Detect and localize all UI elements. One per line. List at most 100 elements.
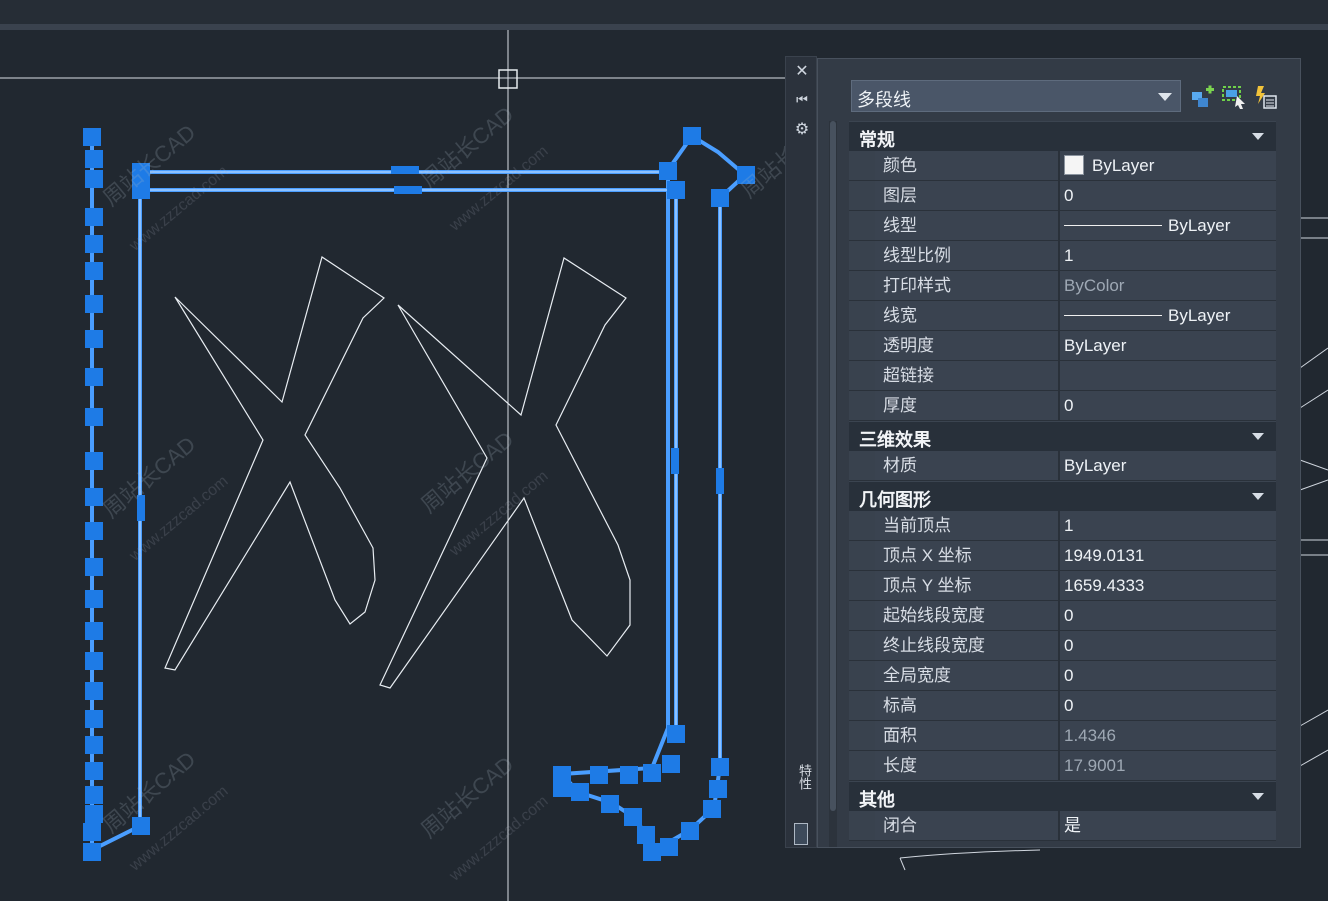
- property-value-text: 1.4346: [1064, 726, 1116, 745]
- property-row: 面积 1.4346: [849, 721, 1276, 751]
- property-value[interactable]: 1: [1060, 241, 1276, 271]
- property-value: ByColor: [1060, 271, 1276, 301]
- polyline-edges: [139, 171, 721, 826]
- property-value[interactable]: 1: [1060, 511, 1276, 541]
- property-row: 超链接: [849, 361, 1276, 391]
- row-gutter: [849, 241, 875, 271]
- linetype-preview: [1064, 225, 1162, 226]
- property-label: 终止线段宽度: [875, 631, 1060, 661]
- property-value-text: 1: [1064, 516, 1074, 535]
- row-gutter: [849, 571, 875, 601]
- row-gutter: [849, 451, 875, 481]
- property-value-text: ByLayer: [1092, 156, 1155, 175]
- property-label: 线型比例: [875, 241, 1060, 271]
- palette-titlebar[interactable]: ✕ ⏮ ⚙ 特性: [785, 56, 817, 848]
- property-value[interactable]: 1659.4333: [1060, 571, 1276, 601]
- scrollbar-thumb[interactable]: [830, 121, 836, 811]
- property-label: 材质: [875, 451, 1060, 481]
- property-grid: 常规 颜色 ByLayer 图层 0 线型 ByLayer 线型比例 1 打印样式 ByColor 线…: [849, 121, 1276, 847]
- property-value[interactable]: 0: [1060, 181, 1276, 211]
- property-value[interactable]: ByLayer: [1060, 211, 1276, 241]
- property-value: 1.4346: [1060, 721, 1276, 751]
- property-row: 线宽 ByLayer: [849, 301, 1276, 331]
- property-value-text: ByLayer: [1168, 306, 1231, 325]
- property-row: 终止线段宽度 0: [849, 631, 1276, 661]
- palette-title: 特性: [797, 764, 812, 790]
- property-label: 全局宽度: [875, 661, 1060, 691]
- grip-points[interactable]: [83, 127, 755, 861]
- property-label: 顶点 X 坐标: [875, 541, 1060, 571]
- chevron-down-icon: [1252, 793, 1264, 800]
- quick-select-icon[interactable]: [1190, 84, 1216, 110]
- section-header[interactable]: 常规: [849, 121, 1276, 151]
- property-label: 顶点 Y 坐标: [875, 571, 1060, 601]
- property-value[interactable]: 是: [1060, 811, 1276, 841]
- object-type-dropdown[interactable]: 多段线: [851, 80, 1181, 112]
- selected-polyline[interactable]: [90, 133, 749, 856]
- property-value[interactable]: 0: [1060, 691, 1276, 721]
- property-value-text: 0: [1064, 696, 1074, 715]
- property-label: 透明度: [875, 331, 1060, 361]
- property-row: 当前顶点 1: [849, 511, 1276, 541]
- section-header[interactable]: 三维效果: [849, 421, 1276, 451]
- row-gutter: [849, 721, 875, 751]
- section-header[interactable]: 几何图形: [849, 481, 1276, 511]
- property-value[interactable]: 1949.0131: [1060, 541, 1276, 571]
- close-icon[interactable]: ✕: [790, 61, 814, 83]
- property-value[interactable]: ByLayer: [1060, 331, 1276, 361]
- palette-menu-icon[interactable]: [794, 823, 808, 845]
- select-objects-icon[interactable]: [1221, 84, 1247, 110]
- property-row: 顶点 X 坐标 1949.0131: [849, 541, 1276, 571]
- settings-gear-icon[interactable]: ⚙: [790, 119, 814, 141]
- property-value[interactable]: ByLayer: [1060, 151, 1276, 181]
- property-label: 厚度: [875, 391, 1060, 421]
- row-gutter: [849, 511, 875, 541]
- property-row: 起始线段宽度 0: [849, 601, 1276, 631]
- palette-scrollbar[interactable]: [829, 121, 837, 847]
- row-gutter: [849, 811, 875, 841]
- row-gutter: [849, 361, 875, 391]
- row-gutter: [849, 541, 875, 571]
- property-label: 起始线段宽度: [875, 601, 1060, 631]
- property-value-text: 1659.4333: [1064, 576, 1145, 595]
- section-title: 常规: [859, 130, 895, 150]
- row-gutter: [849, 271, 875, 301]
- property-label: 当前顶点: [875, 511, 1060, 541]
- linetype-preview: [1064, 315, 1162, 316]
- property-value[interactable]: 0: [1060, 631, 1276, 661]
- property-row: 厚度 0: [849, 391, 1276, 421]
- row-gutter: [849, 691, 875, 721]
- section-header[interactable]: 其他: [849, 781, 1276, 811]
- property-value[interactable]: 0: [1060, 661, 1276, 691]
- chevron-down-icon: [1252, 493, 1264, 500]
- property-label: 长度: [875, 751, 1060, 781]
- property-value-text: 1949.0131: [1064, 546, 1145, 565]
- toggle-pickadd-icon[interactable]: [1252, 84, 1278, 110]
- object-type-value: 多段线: [857, 90, 911, 110]
- property-value[interactable]: [1060, 361, 1276, 391]
- property-value-text: 0: [1064, 666, 1074, 685]
- property-value[interactable]: ByLayer: [1060, 301, 1276, 331]
- property-value[interactable]: 0: [1060, 601, 1276, 631]
- property-row: 透明度 ByLayer: [849, 331, 1276, 361]
- autohide-icon[interactable]: ⏮: [790, 89, 814, 111]
- section-title: 三维效果: [859, 430, 931, 450]
- property-value-text: 0: [1064, 636, 1074, 655]
- property-row: 材质 ByLayer: [849, 451, 1276, 481]
- property-label: 线宽: [875, 301, 1060, 331]
- property-label: 标高: [875, 691, 1060, 721]
- glyph-x-left: [164, 256, 385, 671]
- property-row: 长度 17.9001: [849, 751, 1276, 781]
- row-gutter: [849, 331, 875, 361]
- property-label: 闭合: [875, 811, 1060, 841]
- property-value[interactable]: 0: [1060, 391, 1276, 421]
- property-label: 超链接: [875, 361, 1060, 391]
- row-gutter: [849, 601, 875, 631]
- row-gutter: [849, 181, 875, 211]
- property-label: 面积: [875, 721, 1060, 751]
- row-gutter: [849, 751, 875, 781]
- row-gutter: [849, 211, 875, 241]
- property-row: 打印样式 ByColor: [849, 271, 1276, 301]
- property-value[interactable]: ByLayer: [1060, 451, 1276, 481]
- property-row: 线型比例 1: [849, 241, 1276, 271]
